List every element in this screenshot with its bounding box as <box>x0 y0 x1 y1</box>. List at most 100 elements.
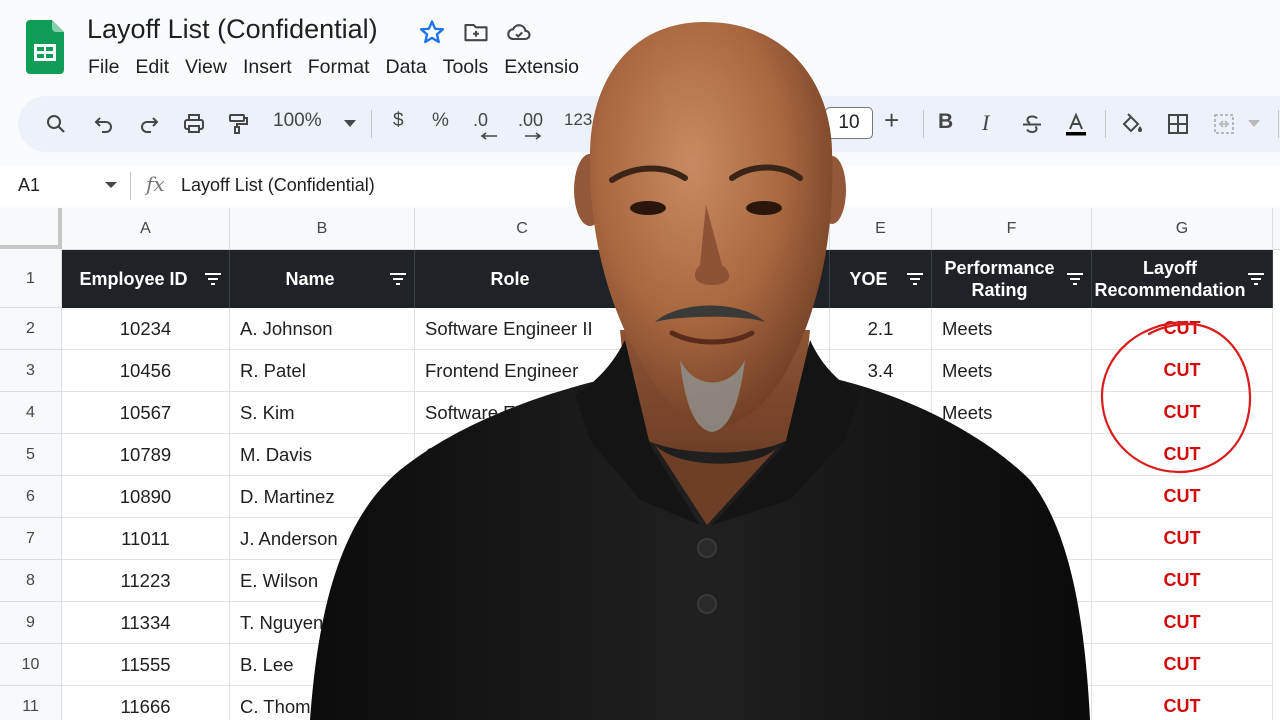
cell-d[interactable] <box>630 392 830 434</box>
cell-role[interactable] <box>415 518 630 560</box>
menu-insert[interactable]: Insert <box>235 54 300 82</box>
name-box-chevron-icon[interactable] <box>104 178 118 192</box>
strikethrough-icon[interactable] <box>1016 108 1048 140</box>
column-header-h[interactable] <box>1273 208 1280 250</box>
cell-yoe[interactable] <box>830 476 932 518</box>
cell-name[interactable]: E. Wilson <box>230 560 415 602</box>
cell-layoff-recommendation[interactable]: CUT <box>1092 644 1273 686</box>
cell-d[interactable] <box>630 686 830 720</box>
cell-yoe[interactable]: 8 <box>830 392 932 434</box>
cell-performance[interactable] <box>932 560 1092 602</box>
cell-role[interactable]: O <box>415 434 630 476</box>
column-header-f[interactable]: F <box>932 208 1092 250</box>
header-cell-d[interactable] <box>630 250 830 308</box>
column-header-b[interactable]: B <box>230 208 415 250</box>
paint-format-icon[interactable] <box>222 108 254 140</box>
cell-performance[interactable]: Meets <box>932 434 1092 476</box>
zoom-select[interactable]: 100% <box>273 110 322 132</box>
row-header[interactable]: 7 <box>0 518 62 560</box>
cell-employee-id[interactable]: 10456 <box>62 350 230 392</box>
cell-d[interactable] <box>630 560 830 602</box>
cell-d[interactable] <box>630 476 830 518</box>
cell-d[interactable] <box>630 434 830 476</box>
cell-name[interactable]: A. Johnson <box>230 308 415 350</box>
cell-performance[interactable]: Meets <box>932 392 1092 434</box>
cell-role[interactable]: Frontend Engineer <box>415 350 630 392</box>
header-cell-performance-rating[interactable]: Performance Rating <box>932 250 1092 308</box>
header-cell-name[interactable]: Name <box>230 250 415 308</box>
row-header[interactable]: 8 <box>0 560 62 602</box>
menu-format[interactable]: Format <box>300 54 378 82</box>
borders-icon[interactable] <box>1162 108 1194 140</box>
menu-edit[interactable]: Edit <box>127 54 177 82</box>
bold-button[interactable]: B <box>938 110 953 134</box>
currency-format-button[interactable]: $ <box>393 110 404 132</box>
cell-name[interactable]: B. Lee <box>230 644 415 686</box>
row-header[interactable]: 6 <box>0 476 62 518</box>
filter-icon[interactable] <box>907 273 923 285</box>
cell-yoe[interactable] <box>830 602 932 644</box>
cell-name[interactable]: D. Martinez <box>230 476 415 518</box>
chevron-down-icon[interactable] <box>344 120 356 128</box>
row-header[interactable]: 9 <box>0 602 62 644</box>
redo-icon[interactable] <box>133 108 165 140</box>
cell-name[interactable]: M. Davis <box>230 434 415 476</box>
column-header-e[interactable]: E <box>830 208 932 250</box>
row-header[interactable]: 11 <box>0 686 62 720</box>
italic-button[interactable]: I <box>982 110 989 136</box>
row-header[interactable]: 4 <box>0 392 62 434</box>
select-all-corner[interactable] <box>0 208 62 249</box>
cell-yoe[interactable]: 2.1 <box>830 308 932 350</box>
search-menus-icon[interactable] <box>40 108 72 140</box>
cell-employee-id[interactable]: 11666 <box>62 686 230 720</box>
row-header[interactable]: 5 <box>0 434 62 476</box>
cell-employee-id[interactable]: 10567 <box>62 392 230 434</box>
cell-performance[interactable] <box>932 476 1092 518</box>
cell-employee-id[interactable]: 11223 <box>62 560 230 602</box>
menu-view[interactable]: View <box>177 54 235 82</box>
cell-layoff-recommendation[interactable]: CUT <box>1092 602 1273 644</box>
header-cell-employee-id[interactable]: Employee ID <box>62 250 230 308</box>
column-header-g[interactable]: G <box>1092 208 1273 250</box>
cell-d[interactable] <box>630 518 830 560</box>
merge-cells-icon[interactable] <box>1208 108 1240 140</box>
menu-file[interactable]: File <box>80 54 127 82</box>
increase-font-size-button[interactable]: + <box>884 105 899 136</box>
cell-performance[interactable] <box>932 686 1092 720</box>
cell-employee-id[interactable]: 11334 <box>62 602 230 644</box>
row-header[interactable]: 2 <box>0 308 62 350</box>
column-header-c[interactable]: C <box>415 208 630 250</box>
cell-name[interactable]: S. Kim <box>230 392 415 434</box>
cell-d[interactable] <box>630 308 830 350</box>
cell-name[interactable]: J. Anderson <box>230 518 415 560</box>
increase-decimal-button[interactable]: .00 <box>518 110 543 131</box>
filter-icon[interactable] <box>205 273 221 285</box>
filter-icon[interactable] <box>1067 273 1083 285</box>
cell-performance[interactable] <box>932 644 1092 686</box>
cell-role[interactable] <box>415 602 630 644</box>
name-box[interactable]: A1 <box>18 175 40 196</box>
cell-yoe[interactable] <box>830 560 932 602</box>
cell-role[interactable] <box>415 644 630 686</box>
column-header-a[interactable]: A <box>62 208 230 250</box>
cell-yoe[interactable] <box>830 686 932 720</box>
menu-data[interactable]: Data <box>378 54 435 82</box>
cell-role[interactable]: Software Engineer II <box>415 308 630 350</box>
menu-extensions[interactable]: Extensio <box>496 54 587 82</box>
text-color-icon[interactable] <box>1060 108 1092 140</box>
filter-icon[interactable] <box>1248 273 1264 285</box>
cell-yoe[interactable] <box>830 518 932 560</box>
cell-d[interactable] <box>630 644 830 686</box>
cell-performance[interactable]: Meets <box>932 350 1092 392</box>
cell-yoe[interactable] <box>830 644 932 686</box>
cell-layoff-recommendation[interactable]: CUT <box>1092 476 1273 518</box>
cell-yoe[interactable]: 3.4 <box>830 350 932 392</box>
print-icon[interactable] <box>178 108 210 140</box>
filter-icon[interactable] <box>390 273 406 285</box>
cell-layoff-recommendation[interactable]: CUT <box>1092 560 1273 602</box>
merge-chevron-down-icon[interactable] <box>1248 120 1260 128</box>
cell-performance[interactable]: Meets <box>932 308 1092 350</box>
row-header[interactable]: 1 <box>0 250 62 308</box>
star-icon[interactable] <box>418 18 446 46</box>
menu-tools[interactable]: Tools <box>435 54 497 82</box>
